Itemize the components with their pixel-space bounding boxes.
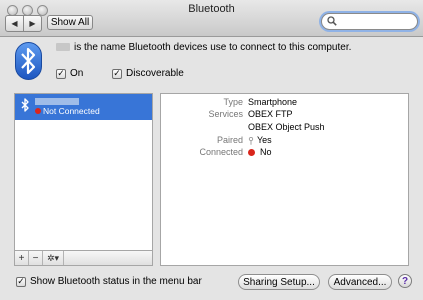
checkmark-icon: ✓ xyxy=(16,276,26,287)
show-all-button[interactable]: Show All xyxy=(47,15,93,30)
discoverable-checkbox[interactable]: ✓ Discoverable xyxy=(112,68,184,79)
back-forward-control: ◀ ▶ xyxy=(5,15,42,32)
show-status-in-menu-bar-checkbox[interactable]: ✓ Show Bluetooth status in the menu bar xyxy=(16,276,202,287)
advanced-button[interactable]: Advanced... xyxy=(328,274,392,290)
add-device-button[interactable]: + xyxy=(15,251,29,265)
forward-arrow-icon: ▶ xyxy=(29,19,36,28)
discoverable-label: Discoverable xyxy=(126,68,184,79)
device-list-toolbar: + − ✲▾ xyxy=(14,251,153,266)
bluetooth-on-label: On xyxy=(70,68,84,79)
search-icon xyxy=(327,16,337,26)
bluetooth-on-checkbox[interactable]: ✓ On xyxy=(56,68,83,79)
paired-value: Yes xyxy=(257,135,272,145)
forward-button[interactable]: ▶ xyxy=(23,16,41,31)
sharing-setup-button[interactable]: Sharing Setup... xyxy=(238,274,320,290)
title-bar: Bluetooth ◀ ▶ Show All xyxy=(0,0,423,37)
connected-value: No xyxy=(260,147,272,157)
service-value: OBEX Object Push xyxy=(248,122,325,132)
computer-name-message: is the name Bluetooth devices use to con… xyxy=(56,42,351,53)
help-button[interactable]: ? xyxy=(398,274,412,288)
device-status: Not Connected xyxy=(43,106,100,116)
computer-name-redacted xyxy=(56,43,70,52)
status-red-dot-icon xyxy=(35,108,41,114)
paired-value-row: Yes xyxy=(248,135,272,145)
connected-value-row: No xyxy=(248,147,272,157)
device-row[interactable]: Not Connected xyxy=(15,94,152,120)
device-details-panel: Type Smartphone Services OBEX FTP OBEX O… xyxy=(160,93,409,266)
search-field[interactable] xyxy=(321,13,418,30)
device-list[interactable]: Not Connected xyxy=(14,93,153,251)
paired-label: Paired xyxy=(216,135,243,145)
service-value: OBEX FTP xyxy=(248,109,293,119)
services-label: Services xyxy=(208,109,243,119)
back-arrow-icon: ◀ xyxy=(11,19,18,28)
paired-key-icon xyxy=(248,136,254,145)
type-label: Type xyxy=(223,97,243,107)
remove-device-button[interactable]: − xyxy=(29,251,43,265)
show-status-label: Show Bluetooth status in the menu bar xyxy=(30,276,202,287)
connected-label: Connected xyxy=(199,147,243,157)
bluetooth-icon xyxy=(15,42,42,80)
device-name-redacted xyxy=(35,98,79,105)
computer-name-message-text: is the name Bluetooth devices use to con… xyxy=(74,42,352,53)
bluetooth-device-icon xyxy=(21,98,29,112)
back-button[interactable]: ◀ xyxy=(6,16,23,31)
search-input[interactable] xyxy=(339,15,411,28)
checkmark-icon: ✓ xyxy=(56,68,66,79)
action-menu-button[interactable]: ✲▾ xyxy=(43,251,64,265)
bluetooth-preferences-window: Bluetooth ◀ ▶ Show All is the name Bluet… xyxy=(0,0,423,300)
checkmark-icon: ✓ xyxy=(112,68,122,79)
status-red-dot-icon xyxy=(248,149,255,157)
type-value: Smartphone xyxy=(248,97,298,107)
